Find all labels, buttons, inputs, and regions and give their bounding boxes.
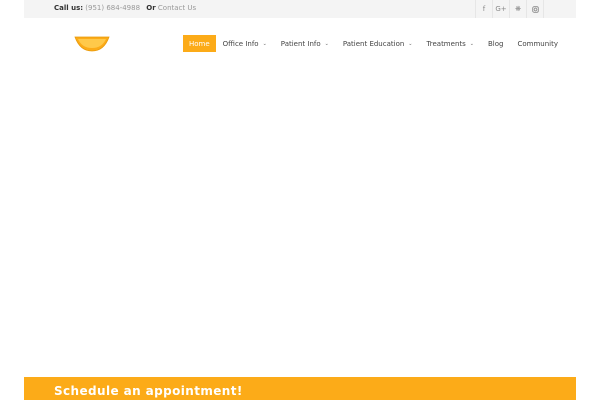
instagram-icon[interactable] xyxy=(526,0,544,18)
nav-item-label: Patient Info xyxy=(280,39,321,48)
main-nav: Home Office Info ⌄ Patient Info ⌄ Patient … xyxy=(183,35,565,52)
or-label: Or xyxy=(146,4,156,12)
nav-item-patient-education[interactable]: Patient Education ⌄ xyxy=(336,35,420,52)
contact-info: Call us: (951) 684-4988 Or Contact Us xyxy=(54,4,196,13)
site-logo[interactable] xyxy=(74,36,110,52)
facebook-icon[interactable]: f xyxy=(475,0,492,18)
page: Call us: (951) 684-4988 Or Contact Us f … xyxy=(0,0,600,400)
nav-item-treatments[interactable]: Treatments ⌄ xyxy=(420,35,481,52)
nav-item-community[interactable]: Community xyxy=(510,35,565,52)
nav-item-patient-info[interactable]: Patient Info ⌄ xyxy=(274,35,336,52)
social-links: f G+ ❋ xyxy=(475,0,544,18)
chevron-down-icon: ⌄ xyxy=(262,40,267,47)
chevron-down-icon: ⌄ xyxy=(324,40,329,47)
schedule-appointment-banner[interactable]: Schedule an appointment! xyxy=(24,377,576,400)
call-us-label: Call us: xyxy=(54,4,84,12)
nav-item-label: Treatments xyxy=(426,39,466,48)
nav-item-label: Patient Education xyxy=(342,39,405,48)
nav-item-office-info[interactable]: Office Info ⌄ xyxy=(216,35,274,52)
nav-item-blog[interactable]: Blog xyxy=(481,35,510,52)
chevron-down-icon: ⌄ xyxy=(469,40,474,47)
banner-title: Schedule an appointment! xyxy=(54,384,243,398)
chevron-down-icon: ⌄ xyxy=(408,40,413,47)
nav-item-label: Community xyxy=(517,39,558,48)
phone-number-link[interactable]: (951) 684-4988 xyxy=(85,4,140,12)
google-plus-icon[interactable]: G+ xyxy=(492,0,509,18)
yelp-icon[interactable]: ❋ xyxy=(509,0,526,18)
top-info-bar: Call us: (951) 684-4988 Or Contact Us f … xyxy=(24,0,576,18)
nav-item-label: Home xyxy=(189,39,210,48)
contact-us-link[interactable]: Contact Us xyxy=(158,4,196,12)
nav-item-label: Blog xyxy=(487,39,504,48)
nav-item-home[interactable]: Home xyxy=(183,35,216,52)
nav-item-label: Office Info xyxy=(222,39,259,48)
